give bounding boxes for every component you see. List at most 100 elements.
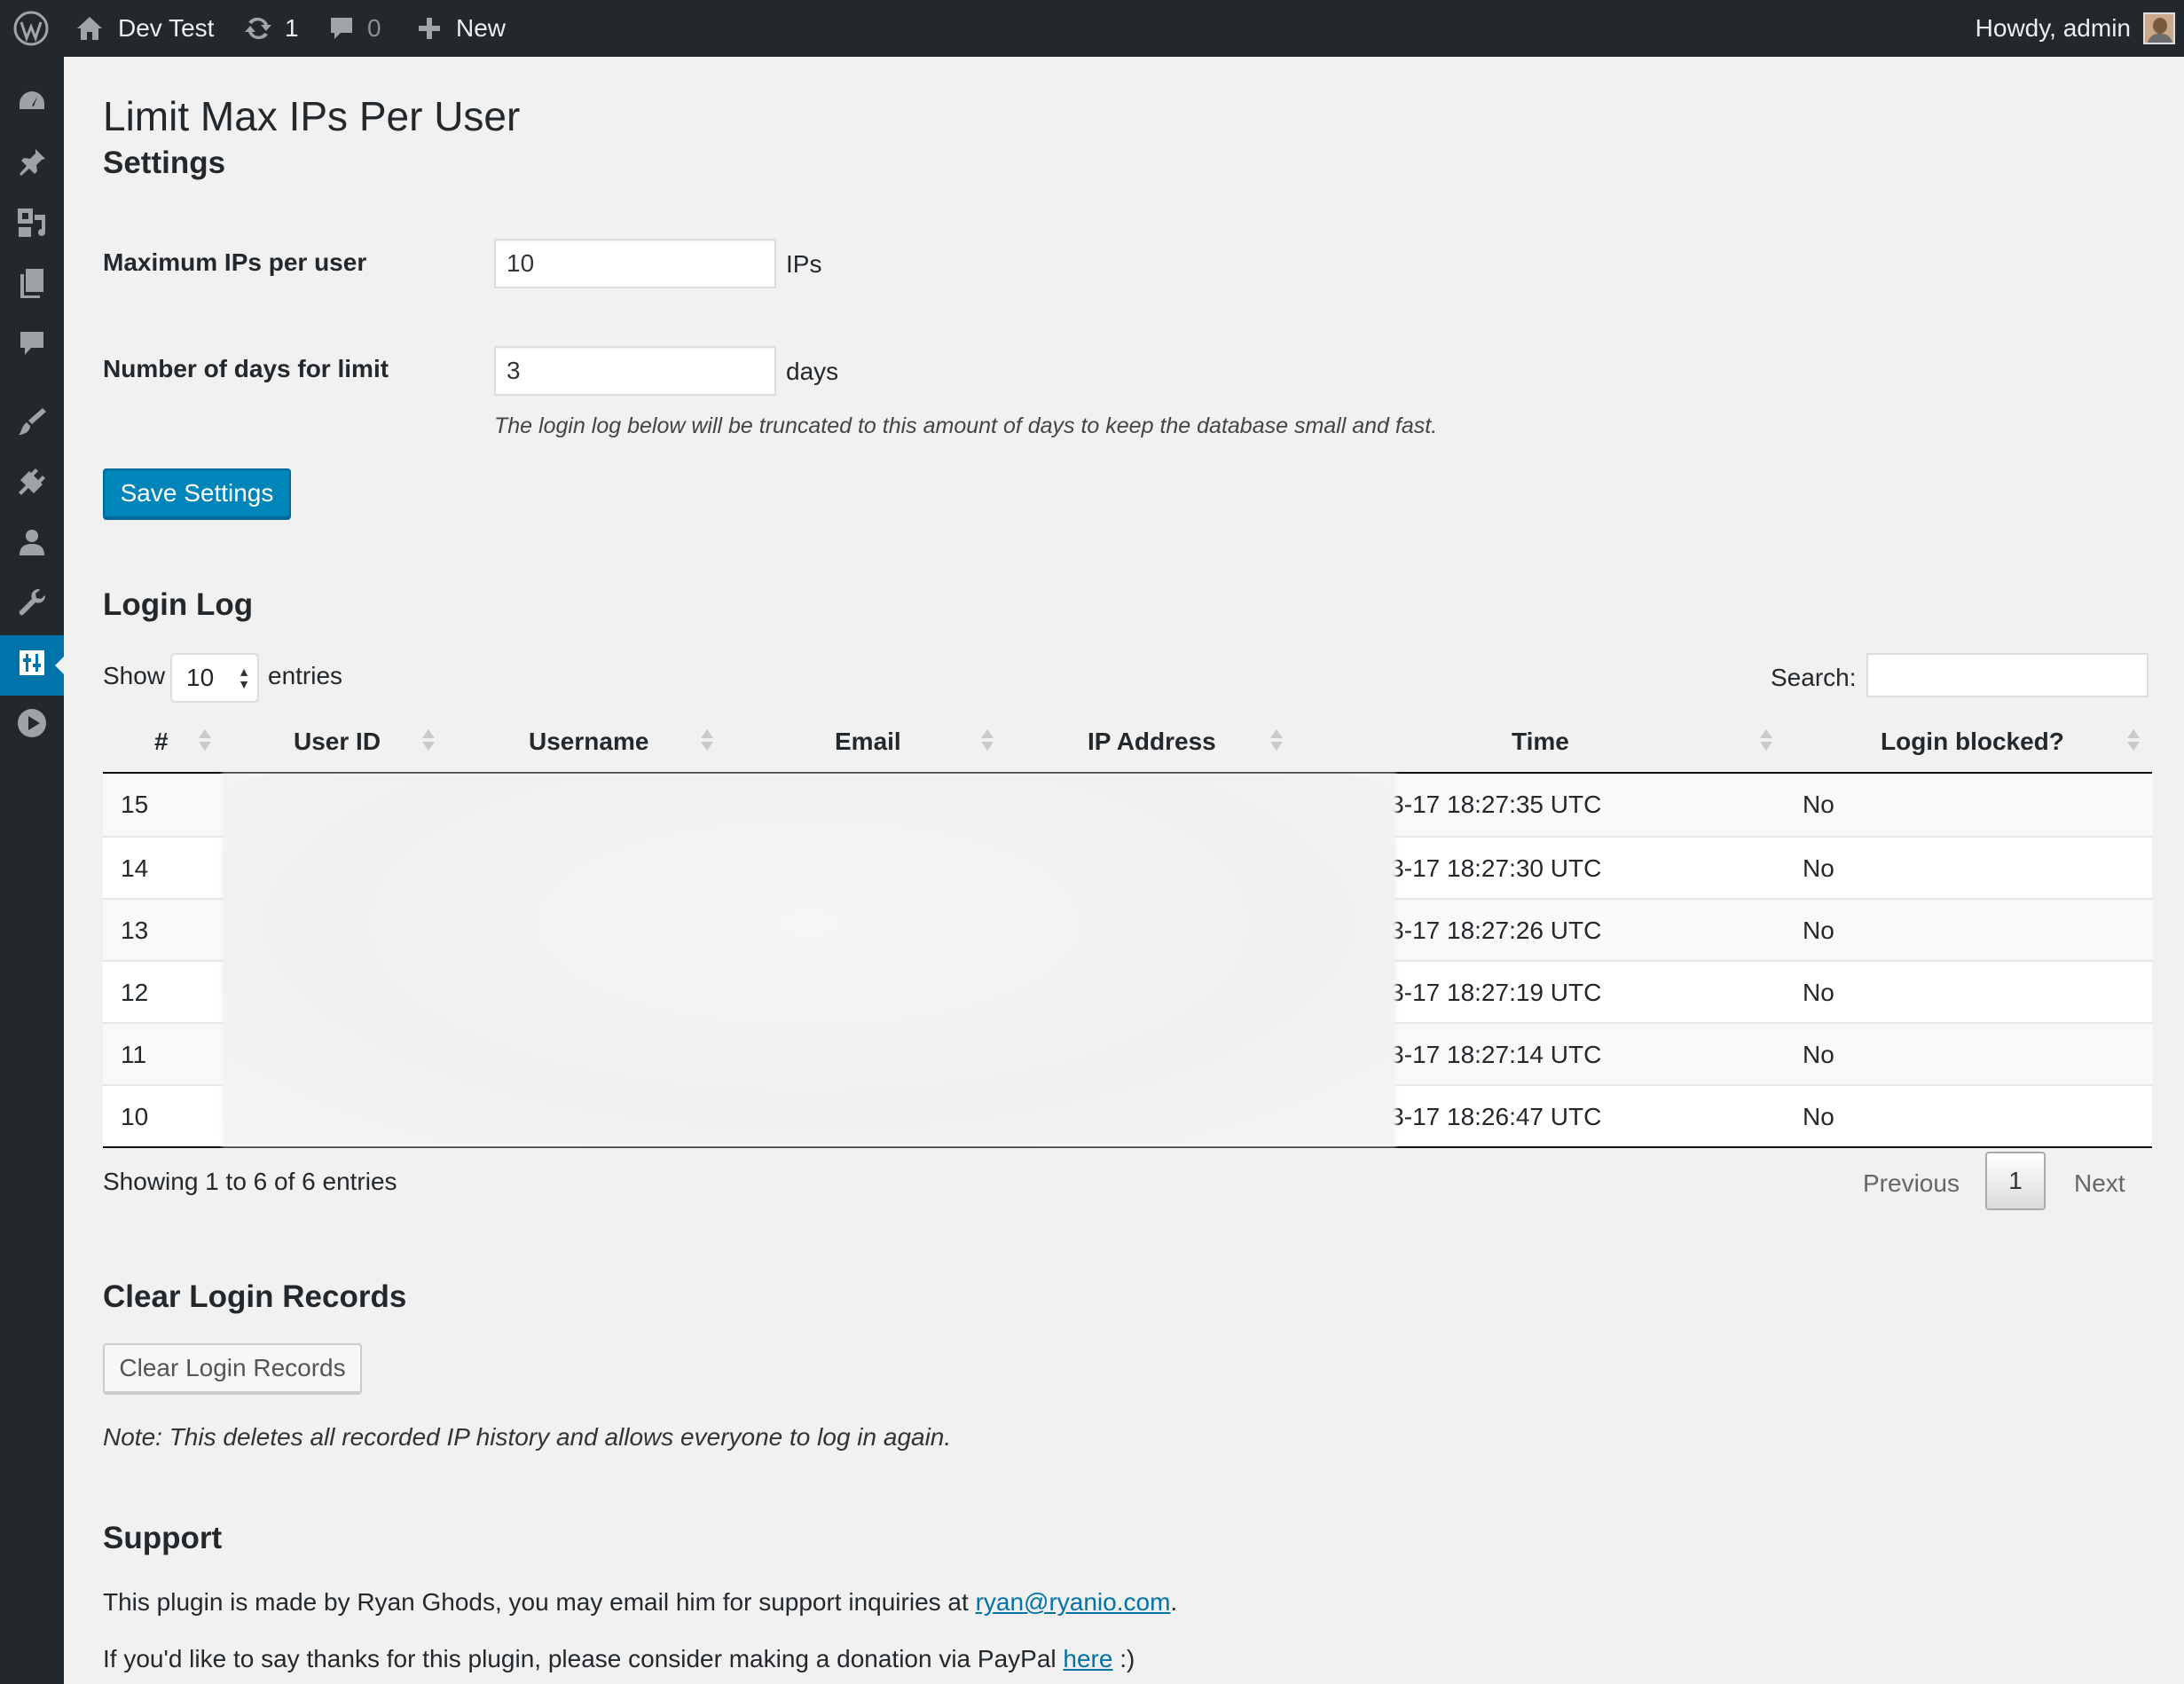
comments-icon [17,328,47,365]
plug-icon [16,466,48,504]
updates-link[interactable]: 1 [244,0,299,57]
show-label: Show [103,662,166,689]
column-header-user-id[interactable]: User ID [294,710,381,774]
donation-text: If you'd like to say thanks for this plu… [103,1645,1135,1673]
sort-icon[interactable] [1270,726,1283,758]
new-label: New [456,14,507,42]
days-input[interactable] [494,346,776,396]
pages-icon [17,267,47,305]
admin-sidebar [0,57,64,1684]
days-label: Number of days for limit [103,355,389,382]
entries-label: entries [268,662,343,689]
support-line1-prefix: This plugin is made by Ryan Ghods, you m… [103,1588,976,1616]
menu-users[interactable] [0,515,64,575]
pagination-page-1[interactable]: 1 [1985,1152,2046,1210]
menu-posts[interactable] [0,135,64,195]
wordpress-logo-icon[interactable] [0,0,62,57]
sort-icon[interactable] [2127,726,2140,758]
menu-pages[interactable] [0,256,64,316]
user-icon [17,527,47,563]
select-arrows-icon: ▲ ▼ [238,665,250,691]
cell-number: 12 [121,979,149,1006]
login-log-table: # User ID Username Email IP Address Time… [103,710,2152,1148]
sort-icon[interactable] [422,726,435,758]
menu-dashboard[interactable] [0,75,64,135]
cell-number: 10 [121,1103,149,1130]
max-ips-label: Maximum IPs per user [103,248,367,276]
updates-icon [244,14,272,43]
cell-number: 14 [121,854,149,882]
paintbrush-icon [16,405,48,444]
updates-count: 1 [285,14,299,42]
cell-login-blocked: No [1803,1041,1834,1068]
pagination-next[interactable]: Next [2074,1169,2125,1198]
page-title: Limit Max IPs Per User [103,93,521,139]
redacted-region [222,774,1396,1146]
table-info: Showing 1 to 6 of 6 entries [103,1168,397,1195]
pin-icon [16,146,48,185]
login-log-heading: Login Log [103,587,254,622]
cell-login-blocked: No [1803,1103,1834,1130]
cell-login-blocked: No [1803,917,1834,944]
column-header-login-blocked[interactable]: Login blocked? [1881,710,2064,774]
paypal-donation-link[interactable]: here [1063,1645,1112,1672]
max-ips-unit: IPs [786,250,822,278]
account-greeting: Howdy, admin [1975,14,2131,42]
site-name-label: Dev Test [118,14,215,42]
cell-number: 11 [121,1041,147,1068]
search-label: Search: [1771,664,1857,691]
home-icon [75,15,104,42]
save-settings-button[interactable]: Save Settings [103,468,291,518]
menu-comments[interactable] [0,316,64,376]
pagination-previous[interactable]: Previous [1863,1169,1960,1198]
comments-count: 0 [367,14,381,42]
cell-number: 15 [121,791,149,818]
column-header-ip-address[interactable]: IP Address [1088,710,1216,774]
site-name-link[interactable]: Dev Test [75,0,214,57]
clear-records-heading: Clear Login Records [103,1279,407,1314]
support-heading: Support [103,1521,223,1555]
table-search-input[interactable] [1866,653,2149,697]
cell-login-blocked: No [1803,854,1834,882]
media-icon [15,206,49,246]
admin-bar: Dev Test 1 0 New Howdy, admin [0,0,2184,57]
dashboard-icon [16,86,48,124]
days-description: The login log below will be truncated to… [494,413,1438,438]
table-body: 15 2017-03-17 18:27:35 UTC No 14 2017-03… [103,774,2152,1148]
column-header-email[interactable]: Email [835,710,901,774]
entries-select-value: 10 [186,664,215,691]
sort-icon[interactable] [701,726,713,758]
table-header: # User ID Username Email IP Address Time… [103,710,2152,774]
days-unit: days [786,358,839,385]
support-email-text: This plugin is made by Ryan Ghods, you m… [103,1588,1177,1617]
menu-plugins[interactable] [0,454,64,515]
settings-heading: Settings [103,146,226,180]
max-ips-input[interactable] [494,239,776,288]
plus-icon [417,16,442,41]
clear-login-records-button[interactable]: Clear Login Records [103,1343,362,1393]
support-email-link[interactable]: ryan@ryanio.com [976,1588,1171,1616]
column-header-username[interactable]: Username [529,710,648,774]
cell-number: 13 [121,917,149,944]
cell-login-blocked: No [1803,791,1834,818]
menu-video[interactable] [0,696,64,756]
new-content-link[interactable]: New [417,0,506,57]
play-circle-icon [16,707,48,745]
column-header-time[interactable]: Time [1512,710,1569,774]
comment-bubble-icon [328,15,355,42]
menu-appearance[interactable] [0,394,64,454]
menu-media[interactable] [0,195,64,256]
entries-per-page-select[interactable]: 10 ▲ ▼ [170,653,259,703]
menu-settings[interactable] [0,635,64,696]
avatar [2143,12,2175,44]
comments-link[interactable]: 0 [328,0,381,57]
support-line1-suffix: . [1170,1588,1178,1616]
sort-icon[interactable] [1760,726,1772,758]
settings-sliders-icon [17,648,47,684]
sort-icon[interactable] [981,726,994,758]
menu-tools[interactable] [0,575,64,635]
my-account-link[interactable]: Howdy, admin [1976,0,2175,57]
column-header-number[interactable]: # [154,710,169,774]
sort-icon[interactable] [199,726,211,758]
cell-login-blocked: No [1803,979,1834,1006]
